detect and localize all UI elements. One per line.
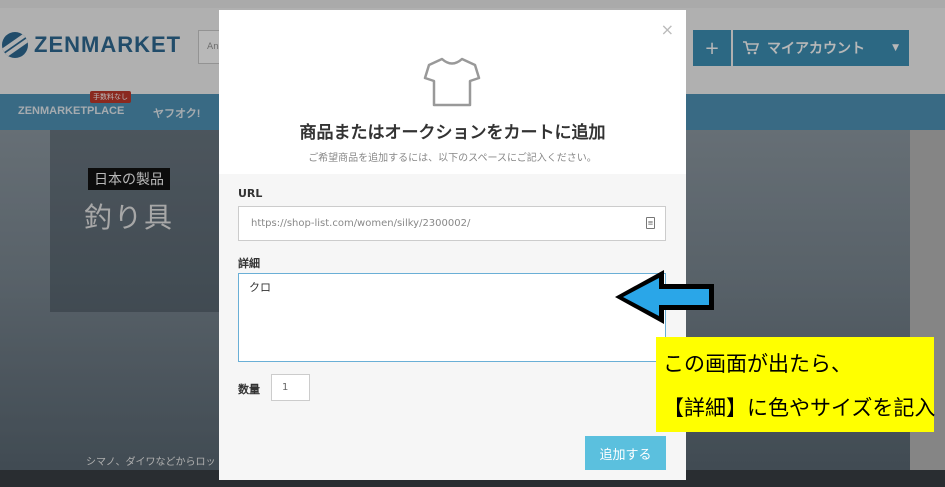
add-button[interactable]: 追加する bbox=[585, 436, 666, 470]
modal-title: 商品またはオークションをカートに追加 bbox=[299, 123, 606, 143]
quantity-input[interactable] bbox=[271, 374, 310, 401]
instruction-callout: この画面が出たら、 【詳細】に色やサイズを記入 bbox=[656, 337, 936, 432]
add-to-cart-modal: × 商品またはオークションをカートに追加 ご希望商品を追加するには、以下のスペー… bbox=[219, 10, 686, 480]
tshirt-icon bbox=[423, 57, 481, 107]
callout-line-1: この画面が出たら、 bbox=[663, 352, 852, 376]
document-icon: ≡ bbox=[646, 217, 655, 229]
detail-label: 詳細 bbox=[238, 257, 260, 270]
pointer-arrow-icon bbox=[615, 270, 714, 324]
modal-subtitle: ご希望商品を追加するには、以下のスペースにご記入ください。 bbox=[308, 153, 597, 164]
url-input[interactable]: https://shop-list.com/women/silky/230000… bbox=[238, 206, 666, 241]
url-label: URL bbox=[238, 187, 263, 200]
quantity-label: 数量 bbox=[238, 383, 260, 396]
detail-textarea[interactable]: クロ bbox=[238, 273, 666, 362]
callout-line-2: 【詳細】に色やサイズを記入 bbox=[663, 396, 936, 420]
close-icon[interactable]: × bbox=[661, 20, 674, 39]
